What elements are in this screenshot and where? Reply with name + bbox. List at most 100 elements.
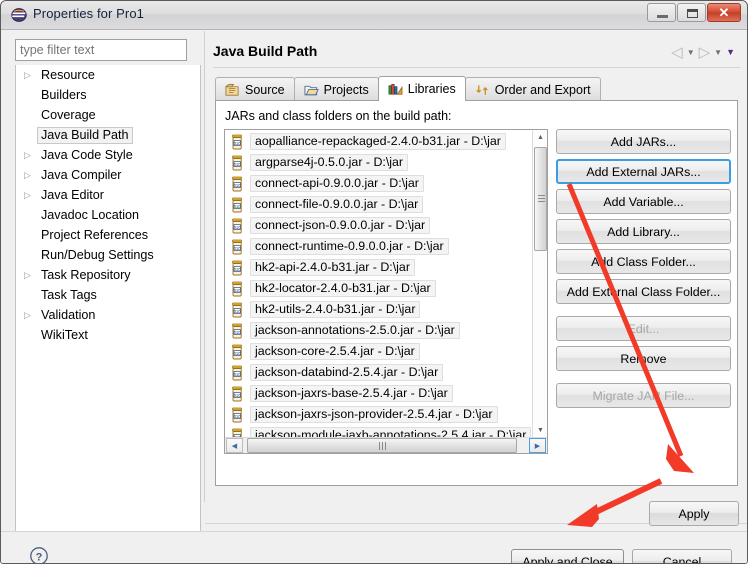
window-title: Properties for Pro1 xyxy=(33,6,145,21)
sidebar-item-label: Coverage xyxy=(41,107,96,122)
scroll-left-icon[interactable]: ◀ xyxy=(226,438,243,453)
vertical-scroll-thumb[interactable] xyxy=(534,147,547,251)
add-external-jars-button[interactable]: Add External JARs... xyxy=(556,159,731,184)
sidebar-item-validation[interactable]: ▷ Validation xyxy=(16,305,200,325)
add-variable-button[interactable]: Add Variable... xyxy=(556,189,731,214)
jar-list-item[interactable]: 010 connect-file-0.9.0.0.jar - D:\jar xyxy=(225,194,532,215)
add-class-folder-button[interactable]: Add Class Folder... xyxy=(556,249,731,274)
expand-triangle-icon[interactable]: ▷ xyxy=(24,70,37,81)
jar-list-item[interactable]: 010 aopalliance-repackaged-2.4.0-b31.jar … xyxy=(225,131,532,152)
forward-arrow-icon[interactable]: ▷ xyxy=(699,45,711,60)
svg-text:010: 010 xyxy=(234,203,242,208)
libraries-tab-panel: JARs and class folders on the build path… xyxy=(215,100,738,486)
back-arrow-icon[interactable]: ◁ xyxy=(671,45,683,60)
tab-label: Source xyxy=(245,82,285,97)
svg-text:010: 010 xyxy=(234,413,242,418)
order-arrows-icon xyxy=(475,83,490,97)
jar-list-item[interactable]: 010 hk2-locator-2.4.0-b31.jar - D:\jar xyxy=(225,278,532,299)
sidebar-item-java-build-path[interactable]: Java Build Path xyxy=(16,125,200,145)
scroll-up-icon[interactable]: ▲ xyxy=(533,130,547,145)
tab-projects[interactable]: Projects xyxy=(293,77,379,101)
jar-list-item[interactable]: 010 hk2-utils-2.4.0-b31.jar - D:\jar xyxy=(225,299,532,320)
properties-dialog-window: Properties for Pro1 ✕ ▷ Resource Builders C… xyxy=(0,0,748,564)
add-jars-button[interactable]: Add JARs... xyxy=(556,129,731,154)
jar-list-vertical-scrollbar[interactable]: ▲ ▼ xyxy=(532,130,547,438)
jar-list-item[interactable]: 010 hk2-api-2.4.0-b31.jar - D:\jar xyxy=(225,257,532,278)
jar-list-item[interactable]: 010 connect-api-0.9.0.0.jar - D:\jar xyxy=(225,173,532,194)
expand-triangle-icon[interactable]: ▷ xyxy=(24,190,37,201)
svg-text:010: 010 xyxy=(234,161,242,166)
filter-input[interactable] xyxy=(15,39,187,61)
svg-text:010: 010 xyxy=(234,266,242,271)
jar-list-item-label: connect-json-0.9.0.0.jar - D:\jar xyxy=(250,217,431,234)
jar-list-item-label: aopalliance-repackaged-2.4.0-b31.jar - D… xyxy=(250,133,506,150)
sidebar-item-project-references[interactable]: Project References xyxy=(16,225,200,245)
sidebar-item-run-debug-settings[interactable]: Run/Debug Settings xyxy=(16,245,200,265)
jar-list-item-label: connect-file-0.9.0.0.jar - D:\jar xyxy=(250,196,424,213)
jar-list-item[interactable]: 010 argparse4j-0.5.0.jar - D:\jar xyxy=(225,152,532,173)
jar-list-item[interactable]: 010 connect-runtime-0.9.0.0.jar - D:\jar xyxy=(225,236,532,257)
sidebar-item-java-editor[interactable]: ▷ Java Editor xyxy=(16,185,200,205)
add-external-class-folder-button[interactable]: Add External Class Folder... xyxy=(556,279,731,304)
scroll-down-icon[interactable]: ▼ xyxy=(533,423,547,438)
expand-triangle-icon[interactable]: ▷ xyxy=(24,270,37,281)
edit-button: Edit... xyxy=(556,316,731,341)
scroll-right-icon[interactable]: ▶ xyxy=(529,438,546,453)
help-question-icon[interactable]: ? xyxy=(29,546,49,564)
jar-list-horizontal-scrollbar[interactable]: ◀ ▶ xyxy=(225,437,547,453)
sidebar-item-coverage[interactable]: Coverage xyxy=(16,105,200,125)
sidebar-item-task-repository[interactable]: ▷ Task Repository xyxy=(16,265,200,285)
maximize-icon xyxy=(687,9,698,18)
jar-file-icon: 010 xyxy=(230,386,245,402)
tab-label: Libraries xyxy=(407,82,456,96)
sidebar-item-wikitext[interactable]: WikiText xyxy=(16,325,200,345)
forward-chevron-down-icon[interactable]: ▼ xyxy=(714,48,722,57)
jar-list-item-label: connect-api-0.9.0.0.jar - D:\jar xyxy=(250,175,424,192)
expand-triangle-icon[interactable]: ▷ xyxy=(24,150,37,161)
jar-list[interactable]: 010 aopalliance-repackaged-2.4.0-b31.jar … xyxy=(224,129,548,454)
eclipse-icon xyxy=(11,8,27,22)
navigation-arrows: ◁ ▼ ▷ ▼ ▼ xyxy=(671,45,735,60)
jar-list-item[interactable]: 010 jackson-core-2.5.4.jar - D:\jar xyxy=(225,341,532,362)
window-titlebar: Properties for Pro1 ✕ xyxy=(1,1,747,30)
close-button[interactable]: ✕ xyxy=(707,3,741,22)
apply-and-close-button[interactable]: Apply and Close xyxy=(511,549,624,563)
sidebar-item-label: Run/Debug Settings xyxy=(41,247,154,262)
content-pane: Java Build Path ◁ ▼ ▷ ▼ ▼ Source Projects… xyxy=(204,31,747,524)
add-library-button[interactable]: Add Library... xyxy=(556,219,731,244)
minimize-button[interactable] xyxy=(647,3,676,22)
sidebar-item-task-tags[interactable]: Task Tags xyxy=(16,285,200,305)
cancel-button[interactable]: Cancel xyxy=(632,549,732,563)
sidebar-item-java-compiler[interactable]: ▷ Java Compiler xyxy=(16,165,200,185)
tab-source[interactable]: Source xyxy=(215,77,295,101)
maximize-button[interactable] xyxy=(677,3,706,22)
horizontal-scroll-thumb[interactable] xyxy=(247,438,517,453)
apply-button[interactable]: Apply xyxy=(649,501,739,526)
sidebar-item-javadoc-location[interactable]: Javadoc Location xyxy=(16,205,200,225)
sidebar-item-label: Validation xyxy=(41,307,96,322)
sidebar-item-label: Resource xyxy=(41,67,95,82)
tab-order-and-export[interactable]: Order and Export xyxy=(464,77,601,101)
jar-list-item[interactable]: 010 jackson-annotations-2.5.0.jar - D:\ja… xyxy=(225,320,532,341)
jar-list-item-label: hk2-locator-2.4.0-b31.jar - D:\jar xyxy=(250,280,436,297)
library-action-buttons: Add JARs... Add External JARs... Add Varia… xyxy=(556,129,731,413)
jar-list-item[interactable]: 010 connect-json-0.9.0.0.jar - D:\jar xyxy=(225,215,532,236)
jar-list-item[interactable]: 010 jackson-databind-2.5.4.jar - D:\jar xyxy=(225,362,532,383)
back-chevron-down-icon[interactable]: ▼ xyxy=(687,48,695,57)
jar-list-item-label: jackson-jaxrs-base-2.5.4.jar - D:\jar xyxy=(250,385,453,402)
expand-triangle-icon[interactable]: ▷ xyxy=(24,310,37,321)
jar-list-item[interactable]: 010 jackson-jaxrs-base-2.5.4.jar - D:\jar xyxy=(225,383,532,404)
tab-libraries[interactable]: Libraries xyxy=(377,76,466,101)
tab-label: Order and Export xyxy=(494,82,591,97)
jar-file-icon: 010 xyxy=(230,323,245,339)
jar-list-item[interactable]: 010 jackson-module-jaxb-annotations-2.5.4… xyxy=(225,425,532,437)
view-menu-chevron-down-icon[interactable]: ▼ xyxy=(726,48,735,57)
sidebar-item-builders[interactable]: Builders xyxy=(16,85,200,105)
remove-button[interactable]: Remove xyxy=(556,346,731,371)
settings-tree[interactable]: ▷ Resource Builders Coverage Java Build Path… xyxy=(15,65,201,532)
sidebar-item-resource[interactable]: ▷ Resource xyxy=(16,65,200,85)
sidebar-item-java-code-style[interactable]: ▷ Java Code Style xyxy=(16,145,200,165)
expand-triangle-icon[interactable]: ▷ xyxy=(24,170,37,181)
jar-list-item[interactable]: 010 jackson-jaxrs-json-provider-2.5.4.jar… xyxy=(225,404,532,425)
jar-list-item-label: hk2-utils-2.4.0-b31.jar - D:\jar xyxy=(250,301,421,318)
